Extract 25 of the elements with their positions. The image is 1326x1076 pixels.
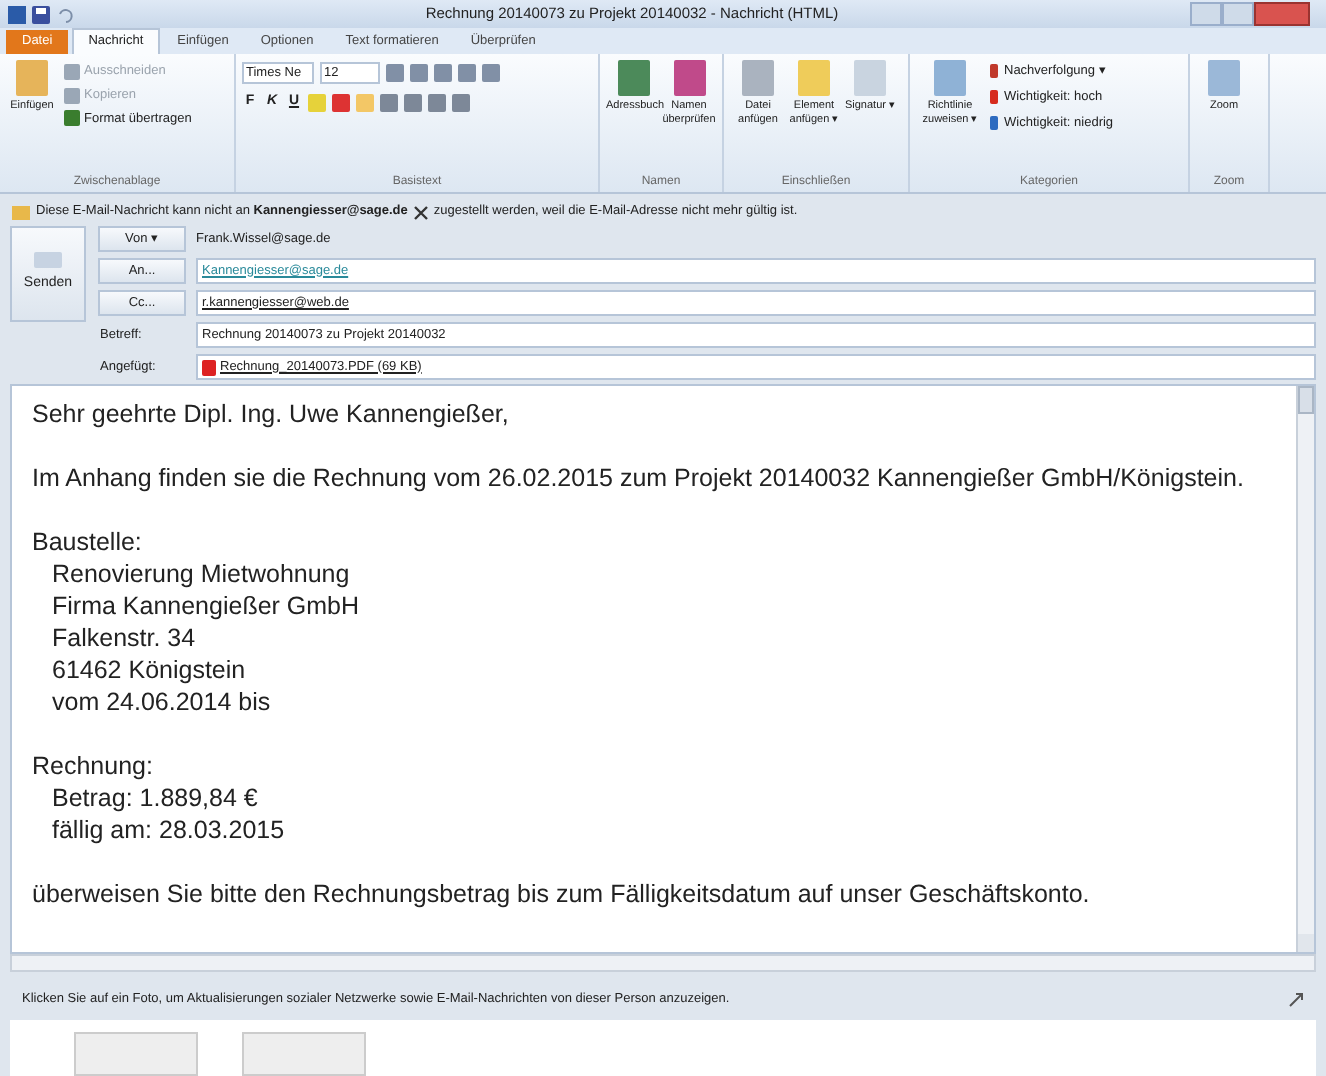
remove-icon[interactable] (413, 205, 428, 219)
body-text: Baustelle: (32, 526, 144, 558)
contact-photo-placeholder[interactable] (74, 1032, 198, 1076)
scroll-down-button[interactable] (1298, 934, 1314, 952)
close-button[interactable] (1254, 2, 1310, 26)
contact-photo-placeholder[interactable] (242, 1032, 366, 1076)
body-text: Betrag: 1.889,84 € (50, 782, 260, 814)
maximize-button[interactable] (1222, 2, 1254, 26)
body-text: Falkenstr. 34 (50, 622, 198, 654)
save-icon[interactable] (32, 5, 50, 23)
horizontal-scrollbar[interactable] (10, 954, 1316, 972)
body-text: überweisen Sie bitte den Rechnungsbetrag bis zum Fälligkeitsdatum auf unser Geschäftskonto. (32, 878, 1092, 910)
expand-icon[interactable] (1288, 992, 1304, 1008)
body-text: fällig am: 28.03.2015 (50, 814, 287, 846)
body-text: vom 24.06.2014 bis (50, 686, 273, 718)
body-text: Renovierung Mietwohnung (50, 558, 352, 590)
body-text: Im Anhang finden sie die Rechnung vom 26.02.2015 zum Projekt 20140032 Kannengießer GmbH/Königstein. (32, 462, 1246, 494)
body-text: Sehr geehrte Dipl. Ing. Uwe Kannengießer, (32, 398, 511, 430)
scroll-thumb[interactable] (1298, 386, 1314, 414)
minimize-button[interactable] (1190, 2, 1222, 26)
body-text: 61462 Königstein (50, 654, 248, 686)
vertical-scrollbar[interactable] (1296, 386, 1314, 952)
body-text: Rechnung: (32, 750, 155, 782)
undo-icon[interactable] (56, 5, 74, 23)
body-text: Firma Kannengießer GmbH (50, 590, 362, 622)
